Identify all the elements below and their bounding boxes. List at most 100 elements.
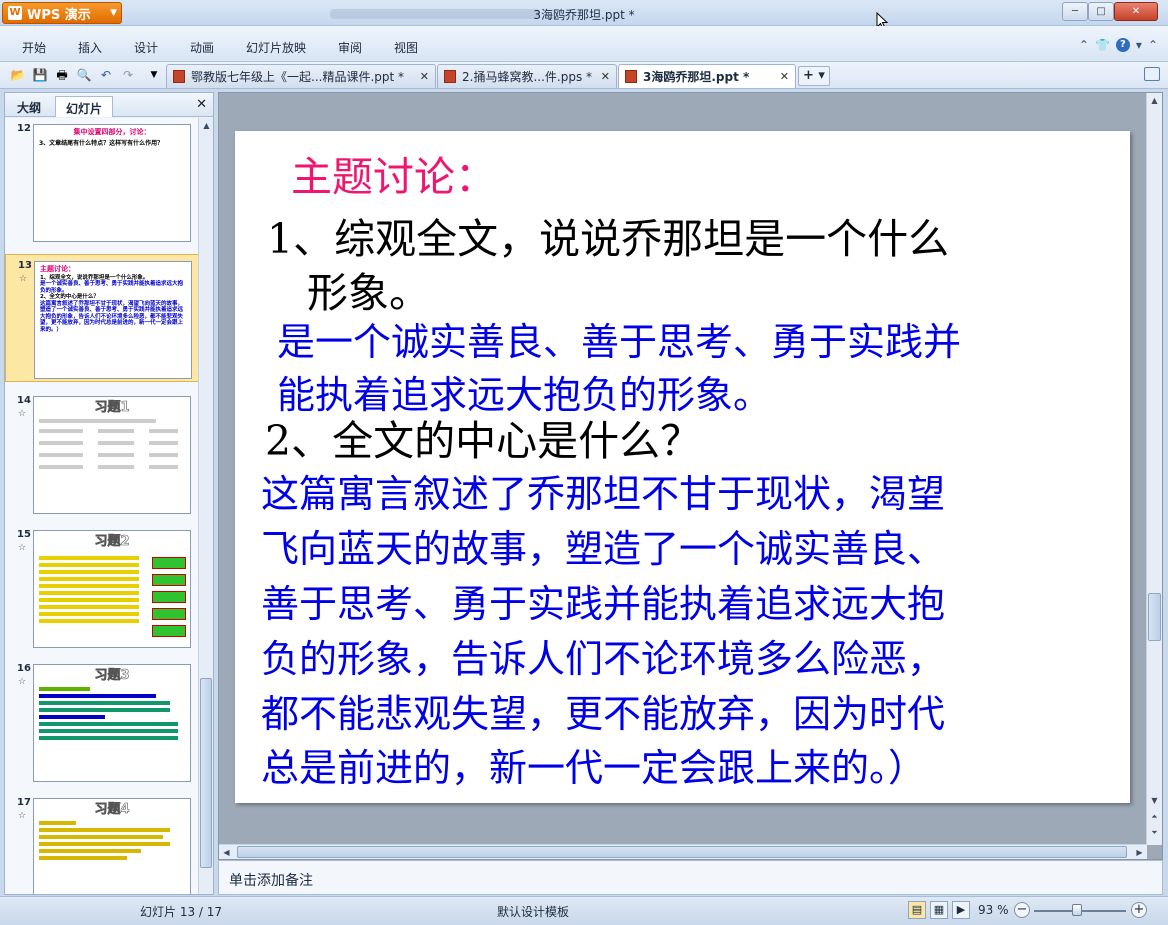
next-slide-icon[interactable]: ⏷ (1147, 825, 1162, 840)
question-1-line-1[interactable]: 1、综观全文，说说乔那坦是一个什么 (267, 205, 949, 265)
close-window-button[interactable]: ✕ (1114, 2, 1158, 21)
previous-slide-icon[interactable]: ⏶ (1147, 809, 1162, 824)
scrollbar-thumb[interactable] (237, 846, 1127, 858)
slideshow-play-icon[interactable]: ▶ (952, 901, 970, 919)
slide-thumbnail-row[interactable]: 12 集中设置四部分，讨论： 3、文章结尾有什么特点？这样写有什么作用？ (5, 118, 199, 244)
slide-title[interactable]: 主题讨论： (291, 143, 496, 203)
minimize-button[interactable]: ─ (1062, 2, 1088, 21)
tab-outline[interactable]: 大纲 (7, 96, 51, 117)
slide-thumbnail-row[interactable]: 17 ☆ 习题4 (5, 792, 199, 894)
thumbnail-scrollbar[interactable]: ▲ (198, 118, 213, 894)
scroll-down-icon[interactable]: ▼ (1147, 793, 1162, 808)
toolbar-dropdown-icon[interactable]: ▼ (146, 67, 162, 83)
scroll-up-icon[interactable]: ▲ (1147, 93, 1162, 108)
slide-sorter-icon[interactable]: ▦ (930, 901, 948, 919)
skin-shirt-icon[interactable]: 👕 (1095, 38, 1110, 52)
thumb-line (39, 619, 139, 623)
slide-thumbnail[interactable]: 习题3 (33, 664, 191, 782)
thumb-line (149, 453, 179, 457)
slide-thumbnail[interactable]: 集中设置四部分，讨论： 3、文章结尾有什么特点？这样写有什么作用？ (33, 124, 191, 242)
slide-number: 15 (17, 529, 31, 540)
more-options-icon[interactable]: ⌃ (1148, 38, 1158, 52)
menu-insert[interactable]: 插入 (78, 39, 102, 56)
menu-review[interactable]: 审阅 (338, 39, 362, 56)
scroll-right-icon[interactable]: ▶ (1132, 845, 1147, 860)
close-tab-icon[interactable]: ✕ (420, 70, 429, 83)
save-icon[interactable]: 💾 (32, 67, 48, 83)
menu-animation[interactable]: 动画 (190, 39, 214, 56)
collapse-ribbon-icon[interactable]: ⌃ (1079, 38, 1089, 52)
slide-thumbnail-row[interactable]: 14 ☆ 习题1 (5, 390, 199, 516)
menu-design[interactable]: 设计 (134, 39, 158, 56)
slide-number: 12 (17, 123, 31, 134)
thumb-text: 是一个诚实善良、善于思考、勇于实践并能执着追求远大抱负的形象。 (40, 281, 184, 294)
help-dropdown-icon[interactable]: ▾ (1136, 38, 1142, 52)
thumb-line (39, 736, 178, 740)
title-bar: W WPS 演示 ▼ 3海鸥乔那坦.ppt * ─ □ ✕ (0, 0, 1168, 30)
menu-slideshow[interactable]: 幻灯片放映 (246, 39, 306, 56)
answer-2-line[interactable]: 总是前进的，新一代一定会跟上来的。） (261, 737, 926, 792)
close-panel-icon[interactable]: ✕ (196, 97, 207, 112)
thumb-line (39, 453, 83, 457)
doc-tab-2[interactable]: 2.捅马蜂窝教...件.pps * ✕ (437, 64, 617, 88)
answer-2-line[interactable]: 善于思考、勇于实践并能执着追求远大抱 (261, 573, 945, 628)
scrollbar-thumb[interactable] (1148, 593, 1161, 641)
undo-icon[interactable]: ↶ (98, 67, 114, 83)
slide-thumbnail[interactable]: 主题讨论： 1、综观全文，说说乔那坦是一个什么形象。 是一个诚实善良、善于思考、… (34, 261, 192, 379)
ppt-file-icon (625, 70, 637, 83)
open-folder-icon[interactable]: 📂 (10, 67, 26, 83)
notes-pane[interactable]: 单击添加备注 (218, 860, 1163, 895)
close-tab-icon[interactable]: ✕ (780, 70, 789, 83)
menu-view[interactable]: 视图 (394, 39, 418, 56)
design-template-label[interactable]: 默认设计模板 (497, 903, 569, 920)
zoom-in-icon[interactable]: + (1131, 902, 1147, 918)
zoom-slider-knob[interactable] (1072, 904, 1082, 916)
slide-thumbnail[interactable]: 习题2 (33, 530, 191, 648)
ppt-file-icon (444, 70, 456, 83)
answer-2-line[interactable]: 都不能悲观失望，更不能放弃，因为时代 (261, 683, 945, 738)
slide-thumbnail[interactable]: 习题4 (33, 798, 191, 894)
window-layout-icon[interactable] (1144, 67, 1160, 81)
status-bar: 幻灯片 13 / 17 默认设计模板 ▤ ▦ ▶ 93 % − + (0, 896, 1168, 925)
current-slide[interactable]: 主题讨论： 1、综观全文，说说乔那坦是一个什么 形象。 是一个诚实善良、善于思考… (235, 131, 1130, 803)
answer-2-line[interactable]: 负的形象，告诉人们不论环境多么险恶， (261, 628, 945, 683)
slide-thumbnail-row[interactable]: 16 ☆ 习题3 (5, 658, 199, 784)
redo-icon[interactable]: ↷ (120, 67, 136, 83)
thumb-title: 习题3 (94, 668, 130, 683)
slide-thumbnail-row[interactable]: 15 ☆ 习题2 (5, 524, 199, 650)
thumb-line (97, 453, 135, 457)
new-tab-button[interactable]: + ▾ (798, 66, 830, 86)
print-preview-icon[interactable]: 🔍 (76, 67, 92, 83)
answer-2-line[interactable]: 飞向蓝天的故事，塑造了一个诚实善良、 (261, 518, 945, 573)
menu-home[interactable]: 开始 (22, 39, 46, 56)
scroll-up-icon[interactable]: ▲ (199, 118, 214, 133)
doc-tab-label: 鄂教版七年级上《一起...精品课件.ppt * (191, 70, 405, 84)
normal-view-icon[interactable]: ▤ (908, 901, 926, 919)
horizontal-scrollbar[interactable]: ◀ ▶ (219, 844, 1147, 859)
tab-slides[interactable]: 幻灯片 (55, 96, 114, 117)
question-1-line-2[interactable]: 形象。 (307, 259, 430, 319)
slide-thumbnail-row-selected[interactable]: 13 ☆ 主题讨论： 1、综观全文，说说乔那坦是一个什么形象。 是一个诚实善良、… (5, 254, 199, 382)
answer-1-line-1[interactable]: 是一个诚实善良、善于思考、勇于实践并 (277, 311, 961, 366)
thumb-line (149, 429, 179, 433)
doc-tab-1[interactable]: 鄂教版七年级上《一起...精品课件.ppt * ✕ (166, 64, 436, 88)
maximize-button[interactable]: □ (1088, 2, 1114, 21)
thumb-line (39, 842, 171, 846)
thumb-line (149, 441, 179, 445)
zoom-out-icon[interactable]: − (1014, 902, 1030, 918)
answer-2-line[interactable]: 这篇寓言叙述了乔那坦不甘于现状，渴望 (261, 463, 945, 518)
question-2[interactable]: 2、全文的中心是什么？ (265, 407, 701, 467)
scrollbar-thumb[interactable] (200, 678, 212, 868)
scroll-left-icon[interactable]: ◀ (219, 845, 234, 860)
thumb-green-box (152, 608, 186, 620)
print-icon[interactable]: 🖶 (54, 67, 70, 83)
vertical-scrollbar[interactable]: ▲ ▼ ⏶ ⏷ (1146, 93, 1162, 845)
zoom-level[interactable]: 93 % (978, 903, 1009, 917)
thumb-text: 这篇寓言叙述了乔那坦不甘于现状，渴望飞向蓝天的故事，塑造了一个诚实善良、善于思考… (40, 300, 184, 333)
thumb-line (39, 849, 142, 853)
doc-tab-3-active[interactable]: 3海鸥乔那坦.ppt * ✕ (618, 64, 796, 88)
help-icon[interactable]: ? (1115, 38, 1130, 52)
menu-bar: 开始 插入 设计 动画 幻灯片放映 审阅 视图 ⌃ 👕 ? ▾ ⌃ (0, 26, 1168, 62)
slide-thumbnail[interactable]: 习题1 (33, 396, 191, 514)
close-tab-icon[interactable]: ✕ (601, 70, 610, 83)
